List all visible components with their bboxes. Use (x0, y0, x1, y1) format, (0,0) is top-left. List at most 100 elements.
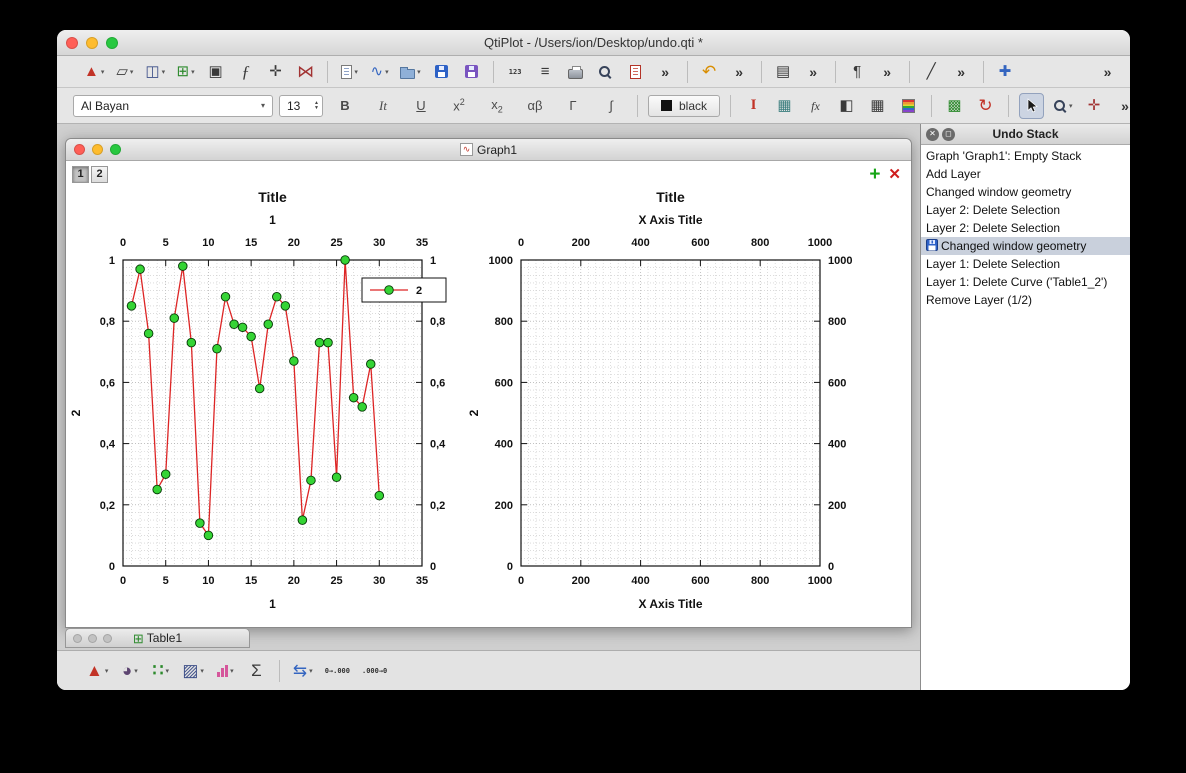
move-points-button[interactable]: ✛ (263, 59, 288, 85)
increase-decimals-button[interactable]: 0→.000 (322, 658, 353, 684)
histogram-plot-button[interactable]: ▾ (213, 658, 238, 684)
export-ascii-button[interactable]: ≡ (533, 59, 558, 85)
zoom-tool-button[interactable]: ▾ (1050, 93, 1076, 119)
save-template-button[interactable] (459, 59, 484, 85)
data-reader-button[interactable]: ✛ (1082, 93, 1107, 119)
new-document-icon (341, 65, 352, 79)
text-cursor-button[interactable]: I (741, 93, 766, 119)
show-grid-button[interactable]: ▦ (865, 93, 890, 119)
layer-tab-2[interactable]: 2 (91, 166, 108, 183)
left-plot-svg[interactable]: 0055101015152020252530303535000,20,20,40… (68, 184, 462, 614)
greek-letters-button[interactable]: αβ (519, 93, 551, 119)
export-pdf-button[interactable] (623, 59, 648, 85)
edit-overflow-button[interactable]: » (727, 59, 752, 85)
print-preview-button[interactable] (593, 59, 618, 85)
stepper-arrows[interactable]: ▲▼ (314, 101, 322, 111)
pointer-tool-button[interactable] (1019, 93, 1044, 119)
graph-window-titlebar[interactable]: ∿ Graph1 (66, 139, 911, 161)
annotate-button[interactable]: ¶ (845, 59, 870, 85)
new-matrix-button[interactable]: ◫▾ (142, 59, 168, 85)
italic-button[interactable]: It (367, 93, 399, 119)
undo-stack-item[interactable]: Layer 1: Delete Curve ('Table1_2') (921, 273, 1130, 291)
table-window-minimized[interactable]: ⊞ Table1 (65, 628, 250, 648)
layer-tab-1[interactable]: 1 (72, 166, 89, 183)
print-button[interactable] (563, 59, 588, 85)
layout-button[interactable]: ▤ (771, 59, 796, 85)
subscript-button[interactable]: x2 (481, 93, 513, 119)
select-columns-button[interactable]: ▩ (942, 93, 967, 119)
color-map-button[interactable] (896, 93, 921, 119)
integral-button[interactable]: ∫ (595, 93, 627, 119)
pie-plot-button[interactable]: ◕▾ (117, 658, 142, 684)
font-size-stepper[interactable]: 13▲▼ (279, 95, 323, 117)
set-values-button[interactable]: ▦ (772, 93, 797, 119)
svg-text:20: 20 (288, 237, 300, 249)
recalculate-button[interactable]: ↻ (973, 93, 998, 119)
svg-text:1000: 1000 (808, 575, 832, 587)
undo-stack-item[interactable]: Changed window geometry (921, 237, 1130, 255)
undo-stack-item[interactable]: Changed window geometry (921, 183, 1130, 201)
save-icon (435, 65, 448, 78)
font-family-select[interactable]: Al Bayan▾ (73, 95, 273, 117)
superscript-button[interactable]: x2 (443, 93, 475, 119)
color-swatch (661, 100, 672, 111)
panel-float-button[interactable]: ◻ (942, 128, 955, 141)
open-project-button[interactable]: ▾ (397, 59, 424, 85)
stepper-down-icon[interactable]: ▼ (314, 106, 319, 111)
plot-wizard-button[interactable]: ∿▾ (367, 59, 392, 85)
decrease-decimals-button[interactable]: .000→0 (359, 658, 390, 684)
add-layer-button[interactable]: + (869, 165, 880, 184)
sum-button[interactable]: Σ (244, 658, 269, 684)
new-note-button[interactable]: ▱▾ (112, 59, 137, 85)
svg-text:600: 600 (691, 575, 709, 587)
window-titlebar[interactable]: QtiPlot - /Users/ion/Desktop/undo.qti * (57, 30, 1130, 56)
undo-stack-list: Graph 'Graph1': Empty Stack Add Layer Ch… (921, 145, 1130, 309)
move-cross-icon: ✛ (269, 64, 282, 79)
toolbar-overflow-button[interactable]: » (1095, 59, 1120, 85)
undo-panel-buttons: ✕ ◻ (921, 128, 955, 141)
table-icon: ⊞ (177, 64, 190, 79)
undo-stack-item[interactable]: Layer 2: Delete Selection (921, 219, 1130, 237)
scatter-plot-button[interactable]: ∷▾ (148, 658, 173, 684)
plot-menu-button[interactable]: ▲▾ (83, 658, 111, 684)
undo-stack-item[interactable]: Layer 1: Delete Selection (921, 255, 1130, 273)
swap-columns-button[interactable]: ⇆▾ (290, 658, 316, 684)
plot-canvas[interactable]: 0055101015152020252530303535000,20,20,40… (66, 184, 911, 614)
format-overflow-button[interactable]: » (1113, 93, 1130, 119)
import-ascii-button[interactable]: 123 (503, 59, 528, 85)
underline-button[interactable]: U (405, 93, 437, 119)
undo-stack-item[interactable]: Remove Layer (1/2) (921, 291, 1130, 309)
annotate-overflow-button[interactable]: » (875, 59, 900, 85)
file-overflow-button[interactable]: » (653, 59, 678, 85)
fit-function-button[interactable]: ƒ (233, 59, 258, 85)
new-document-button[interactable]: ▾ (337, 59, 362, 85)
image-plot-button[interactable]: ▨▾ (179, 658, 207, 684)
duplicate-window-button[interactable]: ▣ (203, 59, 228, 85)
gamma-button[interactable]: Γ (557, 93, 589, 119)
right-plot-svg[interactable]: 0020020040040060060080080010001000002002… (466, 184, 860, 614)
save-project-button[interactable] (429, 59, 454, 85)
new-project-menu-button[interactable]: ▲▾ (81, 59, 107, 85)
bold-button[interactable]: B (329, 93, 361, 119)
toolbar-separator (279, 660, 280, 682)
text-color-button[interactable]: black (648, 95, 720, 117)
svg-text:1000: 1000 (489, 255, 513, 267)
svg-text:400: 400 (495, 439, 513, 451)
refresh-icon: ↻ (978, 97, 992, 114)
svg-text:20: 20 (288, 575, 300, 587)
undo-stack-item[interactable]: Add Layer (921, 165, 1130, 183)
undo-stack-item[interactable]: Graph 'Graph1': Empty Stack (921, 147, 1130, 165)
undo-button[interactable]: ↶ (697, 59, 722, 85)
toolbar-separator (761, 61, 762, 83)
move-column-button[interactable]: ◧ (834, 93, 859, 119)
draw-line-button[interactable]: ╱ (919, 59, 944, 85)
layout-overflow-button[interactable]: » (801, 59, 826, 85)
fx-button[interactable]: fx (803, 93, 828, 119)
undo-stack-item[interactable]: Layer 2: Delete Selection (921, 201, 1130, 219)
new-table-button[interactable]: ⊞▾ (173, 59, 198, 85)
intersect-button[interactable]: ⋈ (293, 59, 318, 85)
draw-overflow-button[interactable]: » (949, 59, 974, 85)
add-column-button[interactable]: ✚ (993, 59, 1018, 85)
panel-close-button[interactable]: ✕ (926, 128, 939, 141)
remove-layer-button[interactable]: ✕ (888, 167, 901, 182)
